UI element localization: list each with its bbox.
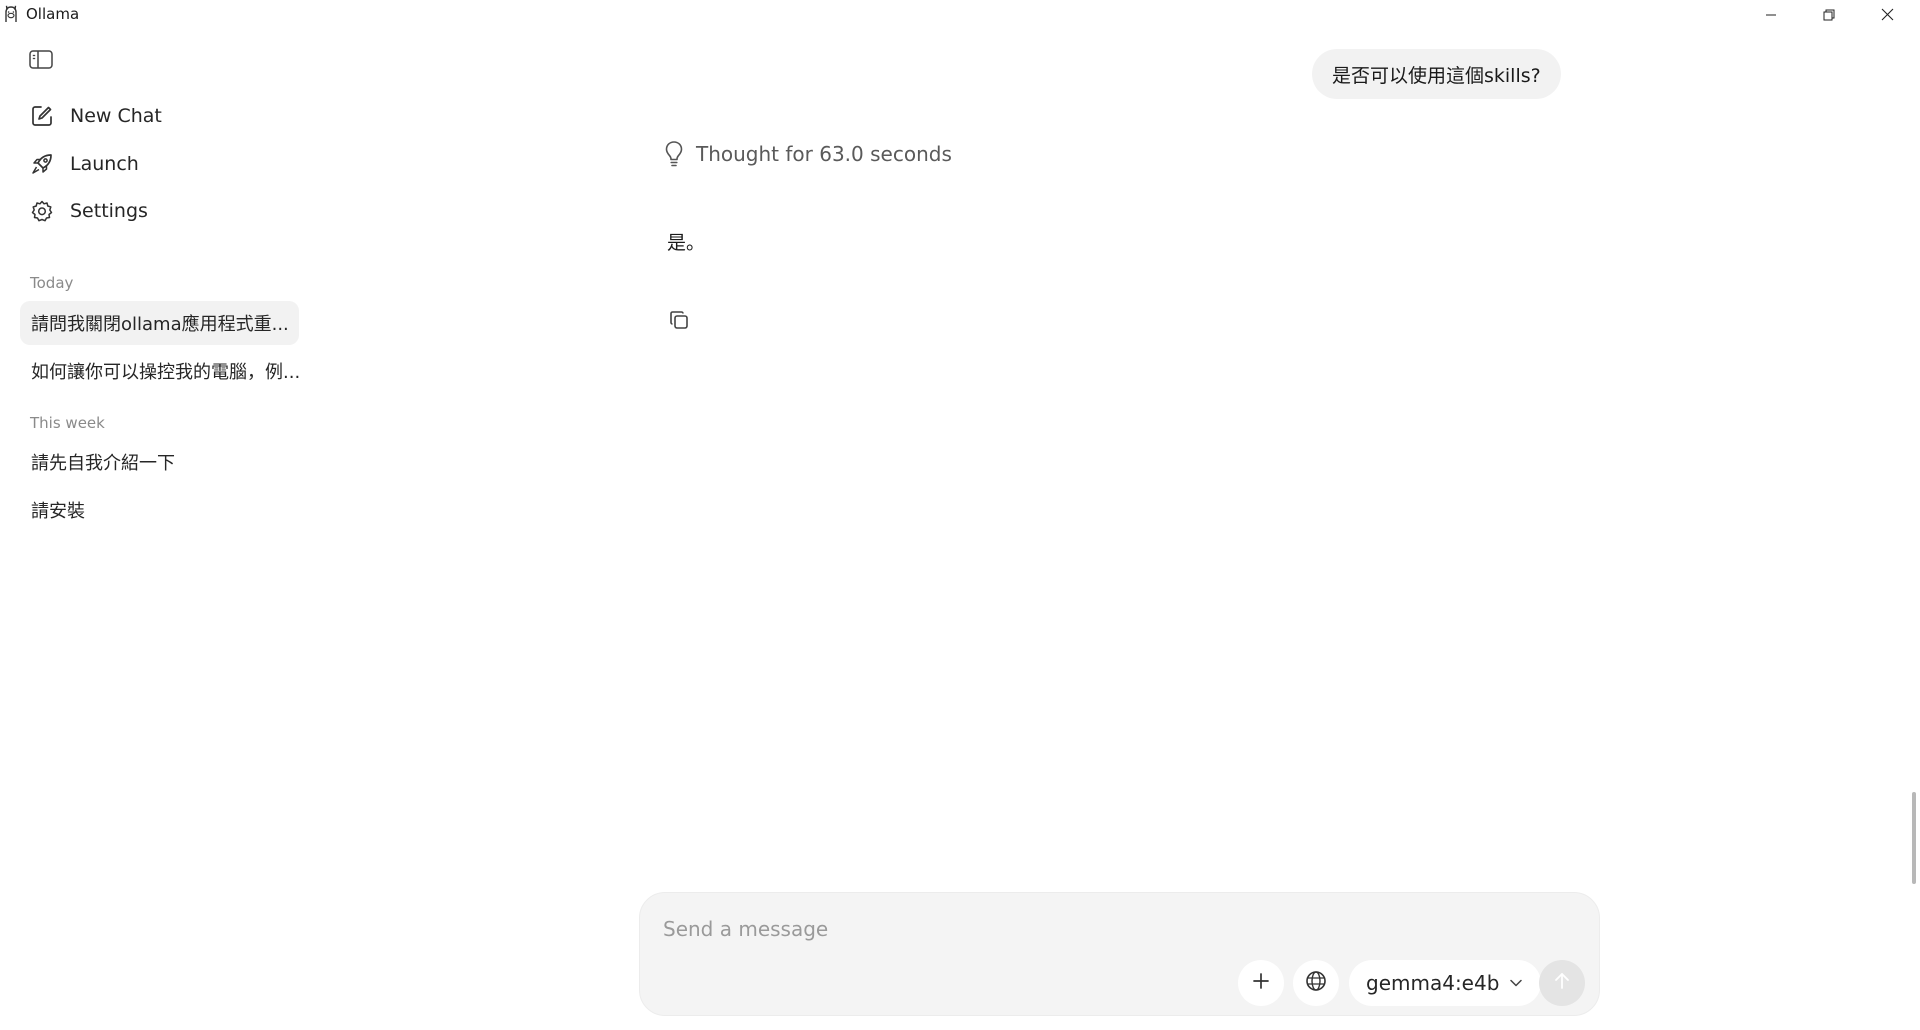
sidebar-panel-icon: [29, 49, 53, 73]
restore-icon: [1823, 6, 1835, 25]
chevron-down-icon: [1509, 976, 1523, 990]
plus-icon: [1252, 972, 1270, 994]
thought-duration-label: Thought for 63.0 seconds: [696, 142, 952, 166]
gear-icon: [30, 199, 54, 223]
model-name: gemma4:e4b: [1366, 971, 1500, 995]
thought-toggle[interactable]: Thought for 63.0 seconds: [662, 138, 952, 170]
copy-button[interactable]: [666, 309, 692, 335]
new-chat-button[interactable]: New Chat: [20, 96, 300, 136]
chat-scrollbar[interactable]: [1912, 792, 1916, 884]
launch-label: Launch: [70, 153, 139, 175]
settings-label: Settings: [70, 200, 148, 222]
copy-icon: [669, 310, 689, 334]
title-bar: Ollama: [0, 0, 1920, 30]
sidebar-toggle-button[interactable]: [28, 49, 54, 73]
web-search-button[interactable]: [1293, 960, 1339, 1006]
lightbulb-icon: [662, 139, 686, 169]
message-input[interactable]: [663, 914, 1363, 944]
chat-history-item[interactable]: 如何讓你可以操控我的電腦，例...: [20, 349, 299, 393]
window-title: Ollama: [26, 5, 80, 23]
close-button[interactable]: [1858, 0, 1916, 30]
globe-icon: [1305, 970, 1327, 996]
edit-square-icon: [30, 104, 54, 128]
assistant-message: 是。: [667, 232, 706, 254]
chat-history-item[interactable]: 請問我關閉ollama應用程式重...: [20, 301, 299, 345]
close-icon: [1881, 6, 1894, 25]
minimize-icon: [1765, 6, 1777, 25]
restore-button[interactable]: [1800, 0, 1858, 30]
settings-button[interactable]: Settings: [20, 191, 300, 231]
chat-history-item[interactable]: 請先自我介紹一下: [20, 440, 299, 484]
chat-history-item[interactable]: 請安裝: [20, 488, 299, 532]
arrow-up-icon: [1553, 971, 1571, 995]
ollama-window: Ollama New Chat Launch Settings Today 請問…: [0, 0, 1920, 1030]
launch-button[interactable]: Launch: [20, 144, 300, 184]
user-message-bubble: 是否可以使用這個skills?: [1312, 49, 1561, 99]
section-this-week-label: This week: [30, 414, 105, 432]
new-chat-label: New Chat: [70, 105, 162, 127]
ollama-logo-icon: [3, 5, 19, 23]
rocket-icon: [30, 152, 54, 176]
minimize-button[interactable]: [1742, 0, 1800, 30]
send-button[interactable]: [1539, 960, 1585, 1006]
attach-button[interactable]: [1238, 960, 1284, 1006]
model-selector[interactable]: gemma4:e4b: [1349, 960, 1542, 1006]
section-today-label: Today: [30, 274, 74, 292]
